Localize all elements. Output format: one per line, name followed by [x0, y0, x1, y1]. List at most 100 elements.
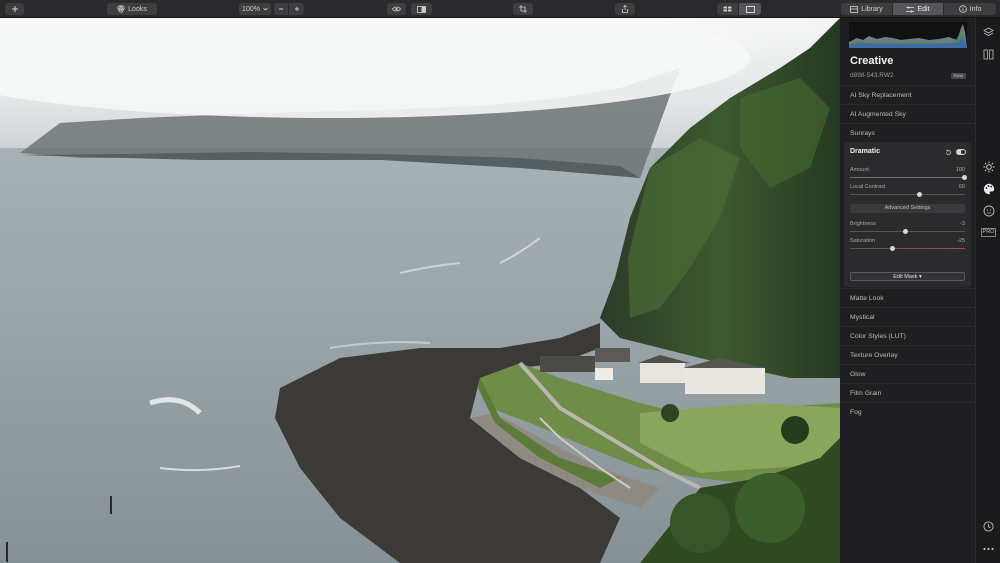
landscape-photo: [0, 18, 840, 563]
crop-button[interactable]: [513, 3, 533, 15]
file-name: d898-543.RW2: [850, 72, 894, 79]
advanced-settings-button[interactable]: Advanced Settings: [850, 204, 965, 213]
tool-sunrays[interactable]: Sunrays: [840, 123, 975, 142]
amount-slider[interactable]: [850, 175, 967, 180]
tab-library[interactable]: Library: [841, 3, 893, 15]
single-view-button[interactable]: [739, 3, 761, 15]
amount-value: 100: [955, 167, 965, 173]
enable-toggle[interactable]: [956, 149, 966, 155]
amount-label: Amount: [850, 167, 869, 173]
toggle-knob: [961, 150, 965, 154]
local-contrast-label: Local Contrast: [850, 184, 886, 190]
zoom-stepper: [274, 3, 304, 15]
view-mode-switch: [717, 3, 761, 15]
panels-icon: [983, 49, 994, 60]
file-format-badge: RAW: [951, 73, 966, 79]
looks-button[interactable]: Looks: [107, 3, 157, 15]
crop-icon: [519, 5, 527, 13]
tool-mystical[interactable]: Mystical: [840, 307, 975, 326]
plus-icon: [294, 7, 299, 11]
tool-category-bar: PRO: [975, 18, 1000, 563]
tab-info[interactable]: Info: [944, 3, 996, 15]
tool-texture-overlay[interactable]: Texture Overlay: [840, 345, 975, 364]
tool-label: Mystical: [850, 314, 875, 321]
tool-ai-augmented-sky[interactable]: AI Augmented Sky: [840, 104, 975, 123]
plus-icon: [11, 6, 18, 12]
brightness-slider-knob[interactable]: [903, 229, 908, 234]
brightness-label: Brightness: [850, 221, 876, 227]
edit-mask-label: Edit Mask: [893, 274, 918, 280]
histogram-graph: [849, 24, 967, 48]
histogram: [849, 22, 967, 48]
compare-button[interactable]: [411, 3, 432, 15]
local-contrast-slider[interactable]: [850, 192, 965, 197]
pro-label: PRO: [980, 228, 997, 237]
saturation-slider-knob[interactable]: [890, 246, 895, 251]
local-contrast-value: 60: [958, 184, 965, 190]
brightness-value: -3: [960, 221, 965, 227]
sliders-icon: [906, 6, 915, 12]
brightness-slider[interactable]: [850, 229, 965, 234]
top-toolbar: Looks 100% Library Edit Info: [0, 0, 1000, 18]
sun-icon: [983, 161, 994, 172]
history-button[interactable]: [982, 520, 995, 533]
tool-label: Glow: [850, 371, 866, 378]
palette-icon: [983, 183, 994, 194]
edit-mask-button[interactable]: Edit Mask ▾: [850, 272, 965, 281]
tool-label: Sunrays: [850, 130, 875, 137]
panel-title: Creative: [850, 55, 894, 67]
looks-icon: [117, 5, 125, 13]
eye-icon: [392, 6, 401, 12]
looks-label: Looks: [128, 5, 147, 13]
saturation-value: -25: [957, 238, 965, 244]
tab-edit-label: Edit: [917, 5, 930, 13]
tool-label: AI Sky Replacement: [850, 92, 912, 99]
tool-label: Film Grain: [850, 390, 882, 397]
amount-slider-knob[interactable]: [962, 175, 967, 180]
reset-icon[interactable]: [945, 149, 952, 156]
tool-label: AI Augmented Sky: [850, 111, 906, 118]
single-image-icon: [745, 5, 755, 13]
more-icon: [983, 547, 994, 550]
tab-edit[interactable]: Edit: [893, 3, 944, 15]
zoom-select[interactable]: 100%: [239, 3, 271, 15]
presets-button[interactable]: [982, 48, 995, 61]
zoom-in-button[interactable]: [289, 3, 304, 15]
saturation-slider[interactable]: [850, 246, 965, 251]
share-button[interactable]: [615, 3, 635, 15]
tool-label: Texture Overlay: [850, 352, 898, 359]
preview-button[interactable]: [387, 3, 406, 15]
saturation-label: Saturation: [850, 238, 876, 244]
grid-view-button[interactable]: [717, 3, 739, 15]
essentials-button[interactable]: [982, 160, 995, 173]
tool-fog[interactable]: Fog: [840, 402, 975, 421]
tool-film-grain[interactable]: Film Grain: [840, 383, 975, 402]
minus-icon: [279, 8, 283, 10]
tool-ai-sky-replacement[interactable]: AI Sky Replacement: [840, 85, 975, 104]
tab-library-label: Library: [861, 5, 883, 13]
tool-matte-look[interactable]: Matte Look: [840, 288, 975, 307]
pro-button[interactable]: PRO: [980, 226, 997, 239]
clock-icon: [983, 521, 994, 532]
zoom-value: 100%: [242, 5, 260, 13]
more-button[interactable]: [982, 542, 995, 555]
add-button[interactable]: [5, 3, 24, 15]
chevron-down-icon: [263, 7, 268, 11]
local-contrast-slider-knob[interactable]: [917, 192, 922, 197]
creative-button[interactable]: [982, 182, 995, 195]
photo-canvas[interactable]: [0, 18, 840, 563]
zoom-out-button[interactable]: [274, 3, 289, 15]
face-icon: [983, 205, 994, 216]
layers-icon: [983, 27, 994, 36]
tool-label: Matte Look: [850, 295, 884, 302]
tab-info-label: Info: [969, 5, 982, 13]
library-icon: [850, 5, 859, 13]
layers-button[interactable]: [982, 26, 995, 39]
portrait-button[interactable]: [982, 204, 995, 217]
tool-label: Color Styles (LUT): [850, 333, 906, 340]
compare-icon: [417, 5, 426, 13]
tool-color-styles[interactable]: Color Styles (LUT): [840, 326, 975, 345]
mode-tabs: Library Edit Info: [841, 3, 996, 15]
share-icon: [622, 5, 628, 13]
tool-glow[interactable]: Glow: [840, 364, 975, 383]
